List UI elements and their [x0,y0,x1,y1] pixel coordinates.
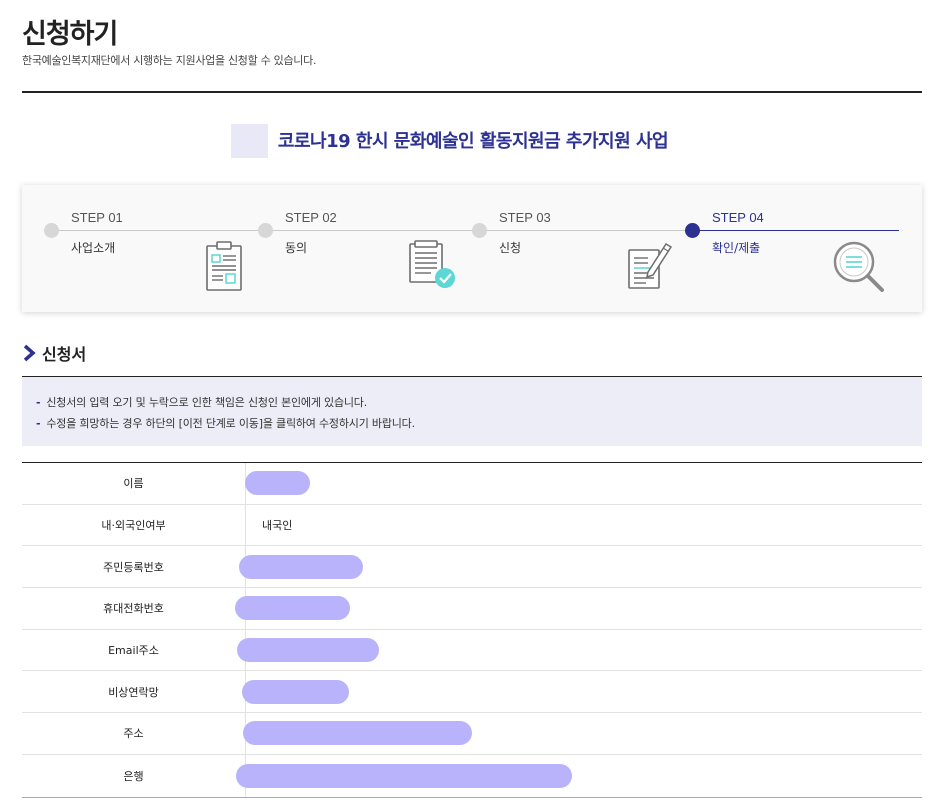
program-title: 코로나19 한시 문화예술인 활동지원금 추가지원 사업 [277,131,669,152]
row-label: 비상연락망 [22,671,246,713]
magnifier-icon [832,240,888,298]
step-4-label: 확인/제출 [712,241,761,255]
document-pen-icon [626,240,674,296]
step-connector [51,230,265,231]
table-row-name: 이름 [22,463,922,505]
step-1-dot [44,223,59,238]
redaction-mask [236,763,572,788]
row-value [236,755,922,797]
application-info-table: 이름 내·외국인여부 내국인 주민등록번호 휴대전화번호 Email주소 비상연… [22,462,922,798]
row-value [245,463,922,504]
table-row-emergency-contact: 비상연락망 [22,671,922,714]
row-label: Email주소 [22,629,246,671]
step-progress: STEP 01 사업소개 STEP 02 동의 STEP 03 신청 STEP … [22,185,922,312]
dash-bullet-icon: - [36,417,41,430]
redaction-mask [242,679,349,704]
document-check-icon [407,240,459,296]
step-1-label: 사업소개 [71,241,116,255]
row-value [235,588,922,629]
chevron-right-icon [23,344,36,362]
table-row-mobile: 휴대전화번호 [22,588,922,630]
row-value [242,671,922,712]
row-label: 휴대전화번호 [22,588,246,629]
dash-bullet-icon: - [36,396,41,409]
notice-text: 신청서의 입력 오기 및 누락으로 인한 책임은 신청인 본인에게 있습니다. [46,396,368,409]
step-2-dot [258,223,273,238]
step-connector-active [693,230,899,231]
step-3-number: STEP 03 [499,210,551,225]
step-3-label: 신청 [499,241,522,255]
notice-text: 수정을 희망하는 경우 하단의 [이전 단계로 이동]을 클릭하여 수정하시기 … [46,417,415,430]
step-1-number: STEP 01 [71,210,123,225]
step-4-dot [685,223,700,238]
step-3-dot [472,223,487,238]
notice-box: - 신청서의 입력 오기 및 누락으로 인한 책임은 신청인 본인에게 있습니다… [22,376,922,446]
redaction-mask [245,471,310,496]
redaction-mask [239,554,363,579]
redaction-mask [237,638,379,663]
redaction-mask [243,721,472,746]
clipboard-icon [204,240,244,296]
row-value [237,630,922,671]
step-4-number: STEP 04 [712,210,764,225]
table-row-resident-number: 주민등록번호 [22,546,922,589]
table-row-nationality: 내·외국인여부 내국인 [22,504,922,547]
step-connector [265,230,479,231]
page-title: 신청하기 [22,19,118,50]
section-title: 신청서 [42,345,87,364]
row-label: 이름 [22,463,246,504]
row-value: 내국인 [246,505,922,546]
notice-item: - 신청서의 입력 오기 및 누락으로 인한 책임은 신청인 본인에게 있습니다… [36,392,922,413]
value-text: 내국인 [262,519,293,533]
row-label: 주민등록번호 [22,546,246,588]
row-label: 은행 [22,754,246,797]
page-subtitle: 한국예술인복지재단에서 시행하는 지원사업을 신청할 수 있습니다. [22,54,317,67]
notice-item: - 수정을 희망하는 경우 하단의 [이전 단계로 이동]을 클릭하여 수정하시… [36,413,922,434]
redaction-mask [235,596,350,621]
row-value [239,546,922,587]
row-label: 내·외국인여부 [22,504,246,546]
table-row-email: Email주소 [22,629,922,672]
step-connector [479,230,693,231]
table-row-bank: 은행 [22,754,922,797]
row-value [243,713,922,754]
table-row-address: 주소 [22,713,922,755]
title-divider [22,91,922,93]
row-label: 주소 [22,713,246,754]
step-2-number: STEP 02 [285,210,337,225]
step-2-label: 동의 [285,241,308,255]
program-title-container: 코로나19 한시 문화예술인 활동지원금 추가지원 사업 [0,122,946,162]
section-heading: 신청서 [22,341,86,365]
